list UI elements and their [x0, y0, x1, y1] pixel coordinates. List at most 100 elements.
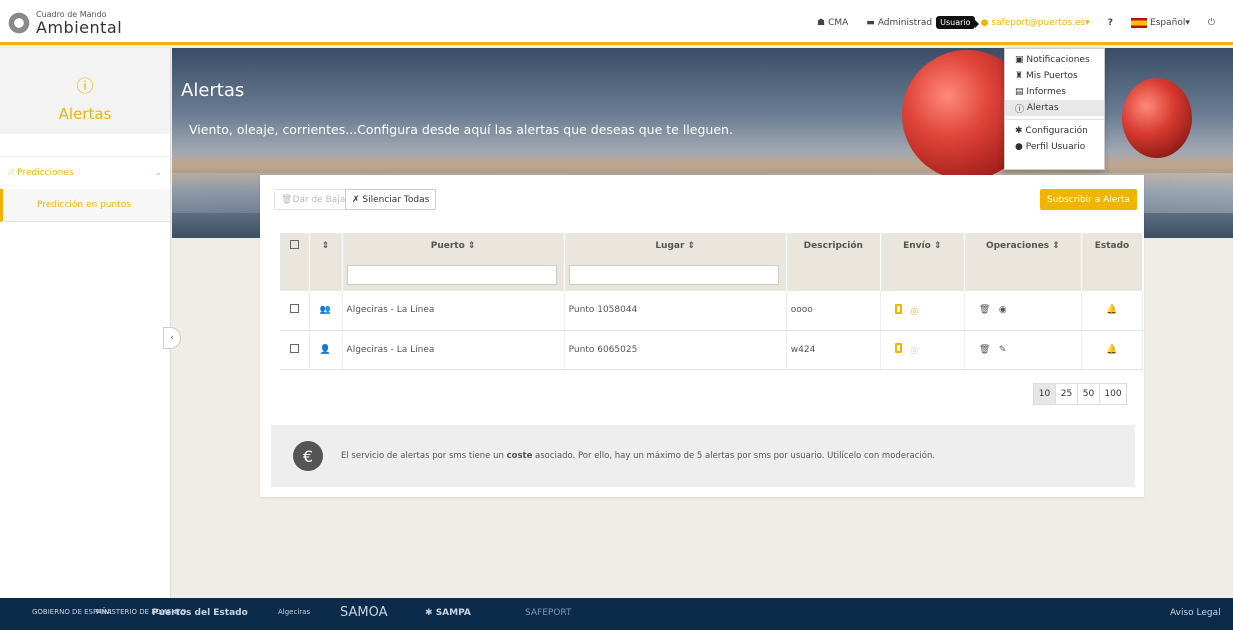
alert-circle-icon: ⓘ: [76, 77, 94, 97]
sms-icon[interactable]: [894, 303, 902, 314]
nav-admin[interactable]: ▬ Administrad: [866, 18, 932, 28]
menu-divider: [1005, 119, 1104, 120]
email-icon[interactable]: ◎: [910, 346, 918, 356]
buoy-image: [1122, 78, 1192, 158]
column-header-envio[interactable]: Envío ⇕: [880, 233, 965, 259]
sms-info-box: € El servicio de alertas por sms tiene u…: [271, 425, 1135, 487]
page-size-option[interactable]: 50: [1078, 384, 1100, 404]
file-icon: ▤: [1015, 87, 1027, 97]
column-header-descripcion: Descripción: [786, 233, 881, 259]
delete-icon[interactable]: 🗑: [979, 305, 990, 315]
table-row: 👤 Algeciras - La Línea Punto 6065025 w42…: [280, 330, 1144, 370]
page-size-option[interactable]: 25: [1056, 384, 1078, 404]
sidebar: ⓘ Alertas ⟋ Predicciones ⌄ Predicción en…: [0, 48, 171, 598]
ship-icon: ♜: [1015, 71, 1026, 81]
sms-icon[interactable]: [894, 343, 902, 353]
view-icon[interactable]: ◉: [999, 305, 1007, 315]
page-size-option[interactable]: 100: [1100, 384, 1126, 404]
user-dropdown-menu: ▣ Notificaciones ♜ Mis Puertos ▤ Informe…: [1004, 48, 1105, 170]
chevron-down-icon: ⌄: [154, 168, 162, 178]
caret-down-icon: ▾: [1185, 17, 1190, 28]
sidebar-title: Alertas: [58, 105, 112, 123]
cell-puerto: Algeciras - La Línea: [342, 330, 565, 370]
user-icon: ●: [1015, 142, 1026, 152]
table-row: 👥 Algeciras - La Línea Punto 1058044 ooo…: [280, 291, 1144, 331]
page-subtitle: Viento, oleaje, corrientes...Configura d…: [189, 122, 733, 137]
filter-puerto-input[interactable]: [346, 265, 557, 285]
alert-icon: ⓘ: [1015, 104, 1027, 115]
spain-flag-icon: [1131, 17, 1148, 28]
menu-item-notificaciones[interactable]: ▣ Notificaciones: [1005, 52, 1104, 68]
footer-sampa[interactable]: ✱ SAMPA: [425, 608, 471, 618]
menu-item-informes[interactable]: ▤ Informes: [1005, 84, 1104, 100]
select-all-checkbox[interactable]: [289, 240, 299, 249]
cell-descripcion: oooo: [786, 291, 881, 331]
group-icon: 👥: [309, 291, 343, 331]
envelope-icon: ▣: [1015, 55, 1027, 65]
gear-icon: ✱: [425, 608, 436, 618]
sort-icon[interactable]: ⇕: [309, 233, 343, 259]
user-menu-toggle[interactable]: ● safeport@puertos.es ▾: [981, 18, 1090, 28]
top-nav: ☗ CMA ▬ Administrad Usuario ● safeport@puer…: [817, 0, 1233, 45]
page-size-selector: 10 25 50 100: [1033, 383, 1127, 405]
user-tooltip: Usuario: [936, 16, 980, 29]
top-bar: Cuadro de Mando Ambiental ☗ CMA ▬ Administ…: [0, 0, 1233, 45]
footer-samoa[interactable]: SAMOA: [340, 605, 388, 620]
user-icon: 👤: [309, 330, 343, 370]
footer-safeport[interactable]: SAFEPORT: [525, 608, 572, 618]
euro-icon: €: [293, 441, 323, 471]
user-icon: ●: [980, 17, 989, 28]
bell-icon[interactable]: 🔔: [1106, 305, 1117, 315]
help-button[interactable]: ?: [1108, 18, 1113, 28]
bell-icon[interactable]: 🔔: [1106, 345, 1117, 355]
footer: GOBIERNO DE ESPAÑA MINISTERIO DE FOMENTO…: [0, 598, 1233, 630]
app-logo[interactable]: Cuadro de Mando Ambiental: [6, 6, 166, 40]
column-header-lugar[interactable]: Lugar ⇕: [564, 233, 787, 259]
page-size-option[interactable]: 10: [1034, 384, 1056, 404]
footer-puertos-estado[interactable]: Puertos del Estado: [152, 608, 248, 618]
cell-puerto: Algeciras - La Línea: [342, 291, 565, 331]
info-text: El servicio de alertas por sms tiene un …: [341, 451, 936, 461]
subscribe-alert-button[interactable]: Subscribir a Alerta: [1040, 189, 1138, 210]
unsubscribe-button[interactable]: 🗑 Dar de Baja: [274, 189, 353, 210]
cell-lugar: Punto 1058044: [564, 291, 787, 331]
cell-descripcion: w424: [786, 330, 881, 370]
alerts-table: ⇕ Puerto ⇕ Lugar ⇕ Descripción Envío ⇕ O…: [280, 233, 1144, 370]
footer-algeciras[interactable]: Algeciras: [278, 608, 310, 616]
menu-item-alertas[interactable]: ⓘ Alertas: [1005, 100, 1104, 116]
edit-icon[interactable]: ✎: [999, 345, 1007, 355]
column-header-operaciones[interactable]: Operaciones ⇕: [964, 233, 1082, 259]
alerts-card: 🗑 Dar de Baja ✗ Silenciar Todas Subscribi…: [260, 175, 1144, 497]
email-icon[interactable]: ◎: [910, 307, 918, 317]
logo-title: Ambiental: [36, 18, 123, 37]
language-select[interactable]: Español ▾: [1131, 17, 1190, 28]
filter-lugar-input[interactable]: [568, 265, 779, 285]
trash-icon: 🗑: [281, 194, 293, 205]
cma-icon: ☗: [817, 17, 826, 28]
menu-item-mis-puertos[interactable]: ♜ Mis Puertos: [1005, 68, 1104, 84]
sidebar-group-predicciones[interactable]: ⟋ Predicciones ⌄: [0, 156, 170, 189]
column-header-puerto[interactable]: Puerto ⇕: [342, 233, 565, 259]
gear-logo-icon: [6, 10, 32, 36]
footer-aviso-legal[interactable]: Aviso Legal: [1170, 608, 1221, 618]
cell-lugar: Punto 6065025: [564, 330, 787, 370]
admin-icon: ▬: [866, 17, 875, 28]
sidebar-header: ⓘ Alertas: [0, 48, 170, 134]
column-header-estado: Estado: [1081, 233, 1144, 259]
page-title: Alertas: [181, 80, 245, 101]
row-checkbox[interactable]: [289, 304, 299, 314]
silence-all-button[interactable]: ✗ Silenciar Todas: [345, 189, 437, 210]
caret-down-icon: ▾: [1085, 17, 1090, 28]
power-icon: ⏻: [1207, 17, 1215, 28]
mute-icon: ✗: [352, 194, 363, 205]
menu-item-configuracion[interactable]: ✱ Configuración: [1005, 123, 1104, 139]
sidebar-collapse-button[interactable]: ‹: [163, 327, 181, 349]
nav-cma[interactable]: ☗ CMA: [817, 18, 848, 28]
sidebar-item-prediccion-puntos[interactable]: Predicción en puntos: [0, 189, 170, 222]
menu-item-perfil[interactable]: ● Perfil Usuario: [1005, 139, 1104, 155]
chevron-left-icon: ‹: [170, 333, 174, 343]
wand-icon: ⟋: [8, 168, 18, 178]
delete-icon[interactable]: 🗑: [979, 345, 990, 355]
power-button[interactable]: ⏻: [1208, 18, 1215, 28]
row-checkbox[interactable]: [289, 343, 299, 353]
